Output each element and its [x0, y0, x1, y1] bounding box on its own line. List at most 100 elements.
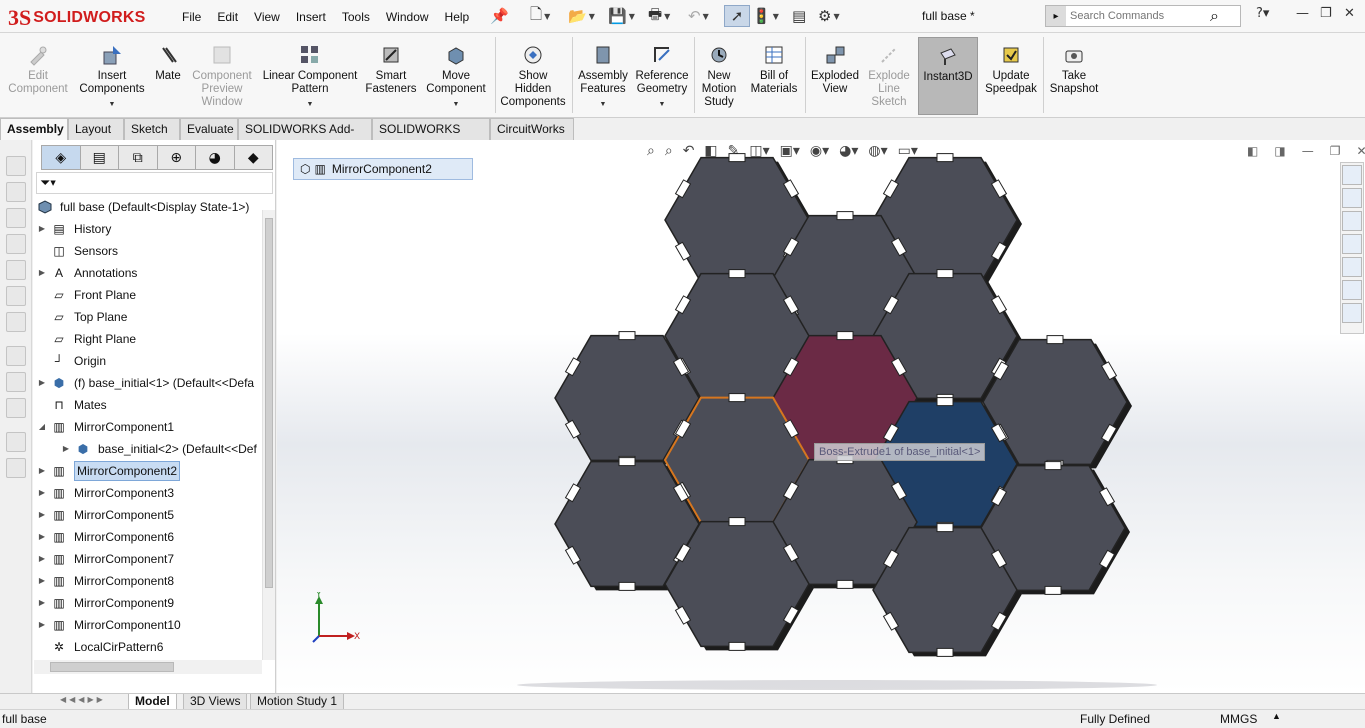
tab-assembly[interactable]: Assembly	[0, 118, 68, 140]
tab-3d-views[interactable]: 3D Views	[183, 694, 248, 710]
tab-sketch[interactable]: Sketch	[124, 118, 180, 140]
tree-item[interactable]: ✲ LocalCirPattern6	[35, 636, 163, 658]
save-icon[interactable]: 💾 ▼	[608, 5, 635, 27]
chevron-down-icon[interactable]: ▼	[109, 98, 116, 111]
tree-item[interactable]: ┘ Origin	[35, 350, 106, 372]
smart-fasteners-button[interactable]: Smart Fasteners	[364, 33, 418, 118]
move-component-button[interactable]: Move Component ▼	[420, 33, 492, 118]
chevron-up-icon[interactable]: ▲	[1272, 711, 1281, 721]
menu-tools[interactable]: Tools	[334, 10, 378, 24]
instant3d-button[interactable]: Instant3D	[918, 37, 978, 115]
search-input[interactable]	[1066, 7, 1206, 25]
new-document-icon[interactable]: 🗋 ▼	[530, 5, 550, 27]
tree-item[interactable]: ▶ ⬢ (f) base_initial<1> (Default<<Defa	[35, 372, 254, 394]
scroll-thumb[interactable]	[50, 662, 174, 672]
expand-arrow-icon[interactable]: ▶	[35, 614, 49, 636]
tree-item[interactable]: ▱ Front Plane	[35, 284, 136, 306]
dimxpert-tab-icon[interactable]: ⊕	[157, 146, 196, 169]
display-manager-tab-icon[interactable]: ◕	[196, 146, 235, 169]
bill-of-materials-button[interactable]: Bill of Materials	[746, 33, 802, 118]
expand-arrow-icon[interactable]: ▶	[35, 262, 49, 284]
file-properties-icon[interactable]: ▤	[792, 5, 806, 27]
chevron-down-icon[interactable]: ▼	[50, 179, 55, 187]
help-icon[interactable]: ?▾	[1256, 6, 1269, 21]
hex-base-model[interactable]	[277, 140, 1337, 693]
solidworks-logo[interactable]: 3S SOLIDWORKS	[8, 4, 158, 32]
restore-icon[interactable]: ❐	[1320, 6, 1332, 21]
collapse-arrow-icon[interactable]: ◢	[35, 416, 49, 438]
minimize-icon[interactable]: —	[1296, 6, 1309, 21]
toolbar-button-icon[interactable]	[6, 458, 26, 478]
graphics-area[interactable]: ⌕ ⌕ ↶ ◧ ✎ ◫▾ ▣▾ ◉▾ ◕▾ ◍▾ ▭▾ ◧ ◨ — ❐ ✕ ⬡ …	[277, 140, 1365, 693]
scroll-thumb[interactable]	[265, 218, 273, 588]
chevron-down-icon[interactable]: ▼	[307, 98, 314, 111]
take-snapshot-button[interactable]: Take Snapshot	[1046, 33, 1102, 118]
expand-arrow-icon[interactable]: ▶	[35, 592, 49, 614]
tree-filter[interactable]: ⏷ ▼	[36, 172, 273, 194]
tab-addins[interactable]: SOLIDWORKS Add-Ins	[238, 118, 372, 157]
tree-item[interactable]: ▶ ▤ History	[35, 218, 111, 240]
toolbar-button-icon[interactable]	[6, 156, 26, 176]
expand-arrow-icon[interactable]: ▶	[35, 548, 49, 570]
tab-scroll-arrows-icon[interactable]: ◀◀◀▶▶	[60, 695, 106, 704]
toolbar-button-icon[interactable]	[6, 312, 26, 332]
property-manager-tab-icon[interactable]: ▤	[80, 146, 119, 169]
expand-arrow-icon[interactable]: ▶	[35, 218, 49, 240]
tab-motion-study-1[interactable]: Motion Study 1	[250, 694, 345, 710]
print-icon[interactable]: 🖶 ▼	[648, 5, 670, 27]
menu-help[interactable]: Help	[437, 10, 478, 24]
status-unit-system[interactable]: MMGS	[1220, 712, 1257, 726]
file-explorer-icon[interactable]	[1342, 211, 1362, 231]
tree-item[interactable]: ▶ ▥ MirrorComponent3	[35, 482, 174, 504]
linear-pattern-button[interactable]: Linear Component Pattern ▼	[258, 33, 362, 118]
toolbar-button-icon[interactable]	[6, 372, 26, 392]
expand-arrow-icon[interactable]: ▶	[35, 570, 49, 592]
tree-item[interactable]: ▶ ▥ MirrorComponent9	[35, 592, 174, 614]
tree-horizontal-scrollbar[interactable]	[34, 660, 262, 674]
tab-evaluate[interactable]: Evaluate	[180, 118, 238, 140]
tree-item[interactable]: ▱ Top Plane	[35, 306, 127, 328]
menu-window[interactable]: Window	[378, 10, 437, 24]
toolbar-button-icon[interactable]	[6, 432, 26, 452]
expand-arrow-icon[interactable]: ▶	[35, 526, 49, 548]
tree-item[interactable]: ◢ ▥ MirrorComponent1	[35, 416, 174, 438]
close-icon[interactable]: ✕	[1344, 6, 1355, 21]
search-scope-icon[interactable]: ▸	[1046, 6, 1066, 26]
search-commands[interactable]: ▸ ⌕	[1045, 5, 1241, 27]
feature-manager-tab-icon[interactable]: ◈	[42, 146, 81, 169]
explode-line-sketch-button[interactable]: Explode Line Sketch	[864, 33, 914, 118]
undo-icon[interactable]: ↶ ▼	[688, 5, 709, 27]
expand-arrow-icon[interactable]: ▶	[35, 482, 49, 504]
expand-arrow-icon[interactable]: ▶	[35, 504, 49, 526]
tree-item[interactable]: ▶ ⬢ base_initial<2> (Default<<Def	[59, 438, 257, 460]
tab-layout[interactable]: Layout	[68, 118, 124, 140]
update-speedpak-button[interactable]: Update Speedpak	[982, 33, 1040, 118]
tree-item[interactable]: ▶ ▥ MirrorComponent7	[35, 548, 174, 570]
component-preview-button[interactable]: Component Preview Window	[186, 33, 258, 118]
toolbar-button-icon[interactable]	[6, 260, 26, 280]
chevron-down-icon[interactable]: ▼	[453, 98, 460, 111]
tab-mbd[interactable]: SOLIDWORKS MBD	[372, 118, 490, 157]
design-library-icon[interactable]	[1342, 188, 1362, 208]
options-gear-icon[interactable]: ⚙ ▼	[818, 5, 840, 27]
toolbar-button-icon[interactable]	[6, 346, 26, 366]
tab-model[interactable]: Model	[128, 694, 177, 710]
assembly-features-button[interactable]: Assembly Features ▼	[574, 33, 632, 118]
toolbar-button-icon[interactable]	[6, 286, 26, 306]
edit-component-button[interactable]: Edit Component	[4, 33, 72, 118]
show-hidden-button[interactable]: Show Hidden Components	[496, 33, 570, 118]
view-palette-icon[interactable]	[1342, 234, 1362, 254]
search-icon[interactable]: ⌕	[1210, 6, 1219, 26]
filter-icon[interactable]: ⏷	[40, 176, 50, 191]
reference-geometry-button[interactable]: Reference Geometry ▼	[632, 33, 692, 118]
configuration-manager-tab-icon[interactable]: ⧉	[119, 146, 158, 169]
expand-arrow-icon[interactable]: ▶	[35, 372, 49, 394]
insert-components-button[interactable]: Insert Components ▼	[74, 33, 150, 118]
tree-item[interactable]: ▶ ▥ MirrorComponent6	[35, 526, 174, 548]
cam-tab-icon[interactable]: ◆	[234, 146, 272, 169]
chevron-down-icon[interactable]: ▼	[600, 98, 607, 111]
expand-arrow-icon[interactable]: ▶	[35, 460, 49, 482]
toolbar-button-icon[interactable]	[6, 182, 26, 202]
open-folder-icon[interactable]: 📂 ▼	[568, 5, 595, 27]
tree-item[interactable]: ▶ ▥ MirrorComponent10	[35, 614, 181, 636]
